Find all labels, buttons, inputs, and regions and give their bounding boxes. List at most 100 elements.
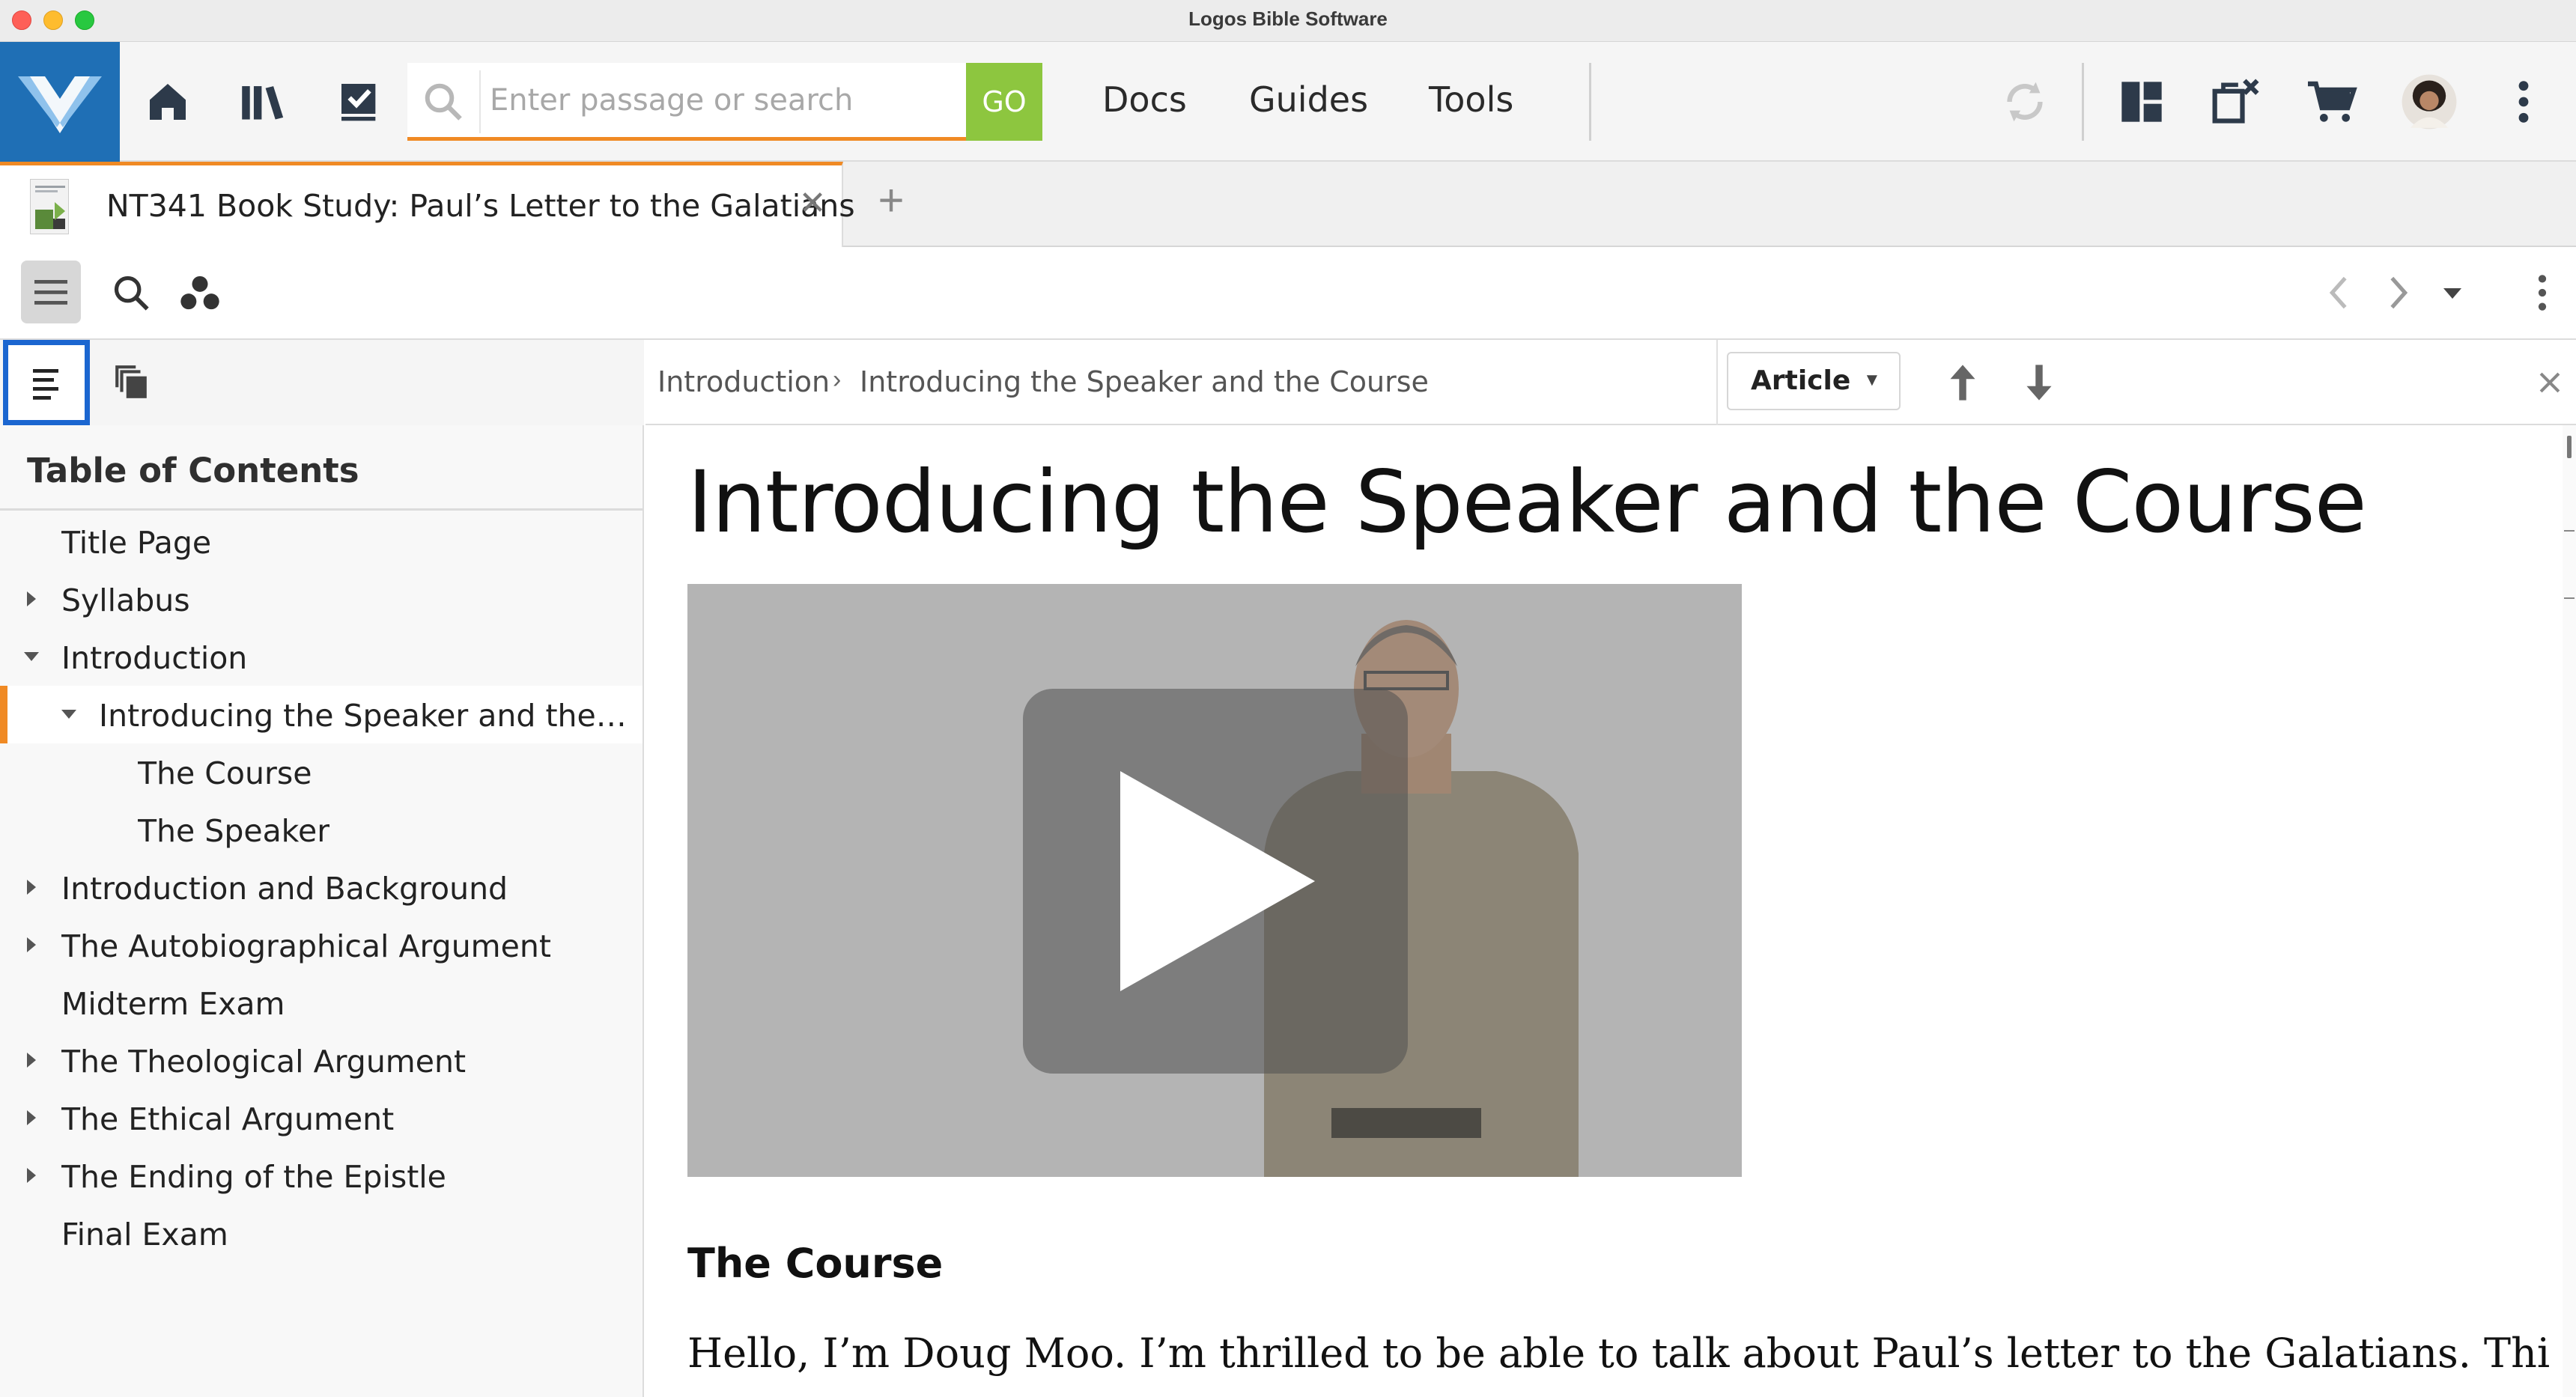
reading-plan-button[interactable] <box>329 72 389 132</box>
more-vertical-icon <box>2538 275 2547 311</box>
panels-close-icon <box>2212 79 2259 124</box>
toc-item-label: The Course <box>138 755 312 791</box>
expand-arrow-right-icon[interactable] <box>22 878 40 896</box>
close-icon <box>2539 372 2560 393</box>
sync-icon <box>2007 82 2043 122</box>
tab-bar: NT341 Book Study: Paul’s Letter to the G… <box>0 162 2576 247</box>
next-section-button[interactable] <box>2014 358 2064 407</box>
docs-menu[interactable]: Docs <box>1102 79 1187 120</box>
expand-arrow-right-icon[interactable] <box>22 590 40 608</box>
toolbar-divider <box>1589 63 1591 141</box>
toc-item[interactable]: The Speaker <box>0 801 643 859</box>
breadcrumb-current[interactable]: Introducing the Speaker and the Course <box>860 365 1429 398</box>
search-icon <box>425 83 462 121</box>
logos-logo-button[interactable] <box>0 42 120 162</box>
toc-item-label: Introduction and Background <box>61 871 508 907</box>
toc-item[interactable]: Introduction <box>0 628 643 686</box>
book-cover-icon <box>30 179 69 234</box>
sidebar: Table of Contents Title Page Syllabus Intr… <box>0 340 644 1397</box>
section-heading: The Course <box>687 1240 944 1287</box>
view-mode-dropdown[interactable]: Article ▼ <box>1727 352 1901 410</box>
expand-arrow-right-icon[interactable] <box>22 1109 40 1127</box>
video-player[interactable] <box>687 584 1742 1177</box>
scrollbar[interactable] <box>2563 425 2576 1397</box>
toc-item[interactable]: Title Page <box>0 513 643 570</box>
caret-down-icon <box>2443 288 2461 299</box>
account-button[interactable] <box>2399 72 2459 132</box>
expand-arrow-right-icon[interactable] <box>22 1051 40 1069</box>
toc-item[interactable]: Syllabus <box>0 570 643 628</box>
tools-menu[interactable]: Tools <box>1429 79 1513 120</box>
guides-menu[interactable]: Guides <box>1249 79 1368 120</box>
panel-more-button[interactable] <box>2516 267 2569 319</box>
library-button[interactable] <box>234 72 294 132</box>
panel-menu-button[interactable] <box>21 261 81 323</box>
toc-item[interactable]: The Course <box>0 743 643 801</box>
scroll-thumb[interactable] <box>2567 436 2572 458</box>
back-button[interactable] <box>2312 267 2365 319</box>
new-tab-button[interactable]: + <box>869 178 914 223</box>
tab-related-resources[interactable] <box>105 356 157 409</box>
expand-arrow-right-icon[interactable] <box>22 936 40 954</box>
toc-item[interactable]: The Ethical Argument <box>0 1089 643 1147</box>
checklist-icon <box>341 84 376 121</box>
tab-book-study[interactable]: NT341 Book Study: Paul’s Letter to the G… <box>0 162 855 247</box>
more-menu-button[interactable] <box>2494 72 2554 132</box>
toc-item-label: The Autobiographical Argument <box>61 928 551 964</box>
avatar <box>2402 74 2457 130</box>
toc-item[interactable]: Final Exam <box>0 1205 643 1262</box>
search-input[interactable] <box>490 63 909 137</box>
close-panels-button[interactable] <box>2206 72 2266 132</box>
toc-item[interactable]: Introduction and Background <box>0 859 643 916</box>
article-title: Introducing the Speaker and the Course <box>687 452 2367 552</box>
play-button[interactable] <box>1023 689 1408 1074</box>
toc-title: Table of Contents <box>27 451 359 490</box>
find-button[interactable] <box>105 267 157 319</box>
home-button[interactable] <box>138 72 198 132</box>
article-body-text: Hello, I’m Doug Moo. I’m thrilled to be … <box>687 1330 2552 1377</box>
library-icon <box>242 86 284 120</box>
toc-item-label: The Ethical Argument <box>61 1101 395 1137</box>
header-divider <box>1716 340 1718 425</box>
find-icon <box>114 276 149 311</box>
toolbar-divider-2 <box>2082 63 2084 141</box>
toc-item[interactable]: Midterm Exam <box>0 974 643 1032</box>
hamburger-icon <box>34 280 67 305</box>
resource-panel: Introduction › Introducing the Speaker a… <box>645 340 2576 1397</box>
toc-item-label: Introduction <box>61 640 248 676</box>
toc-item[interactable]: The Theological Argument <box>0 1032 643 1089</box>
expand-arrow-down-icon[interactable] <box>60 705 78 723</box>
caret-down-icon: ▼ <box>1863 370 1881 390</box>
sync-button[interactable] <box>1995 72 2055 132</box>
logos-logo-icon <box>18 76 102 133</box>
close-panel-button[interactable] <box>2525 358 2575 407</box>
visual-filters-button[interactable] <box>174 267 226 319</box>
toc-item-label: Midterm Exam <box>61 986 285 1022</box>
toc-item[interactable]: The Ending of the Epistle <box>0 1147 643 1205</box>
arrow-down-icon <box>2026 365 2052 401</box>
tab-title: NT341 Book Study: Paul’s Letter to the G… <box>106 188 855 224</box>
cart-button[interactable] <box>2302 72 2362 132</box>
toc-item-label: Syllabus <box>61 582 190 618</box>
window-title-bar: Logos Bible Software <box>0 0 2576 42</box>
breadcrumb-separator: › <box>833 365 842 394</box>
expand-arrow-down-icon[interactable] <box>22 648 40 666</box>
toc-item-label: Final Exam <box>61 1217 228 1253</box>
expand-arrow-right-icon[interactable] <box>22 1166 40 1184</box>
forward-button[interactable] <box>2372 267 2425 319</box>
app-toolbar: GO Docs Guides Tools <box>0 42 2576 162</box>
layouts-button[interactable] <box>2112 72 2172 132</box>
content-header-bar: Introduction › Introducing the Speaker a… <box>645 340 2576 425</box>
tab-table-of-contents[interactable] <box>3 340 90 425</box>
tab-close-icon[interactable]: ✕ <box>794 185 831 222</box>
toc-item[interactable]: The Autobiographical Argument <box>0 916 643 974</box>
search-box <box>407 63 1042 141</box>
history-dropdown-button[interactable] <box>2426 267 2479 319</box>
filters-icon <box>180 276 219 310</box>
breadcrumb-introduction[interactable]: Introduction <box>657 365 830 398</box>
toc-item[interactable]: Introducing the Speaker and the Co… <box>0 686 643 743</box>
home-icon <box>150 84 186 120</box>
previous-section-button[interactable] <box>1938 358 1987 407</box>
toc-list: Title Page Syllabus Introduction Introducin… <box>0 513 643 1262</box>
go-button[interactable]: GO <box>966 63 1042 141</box>
